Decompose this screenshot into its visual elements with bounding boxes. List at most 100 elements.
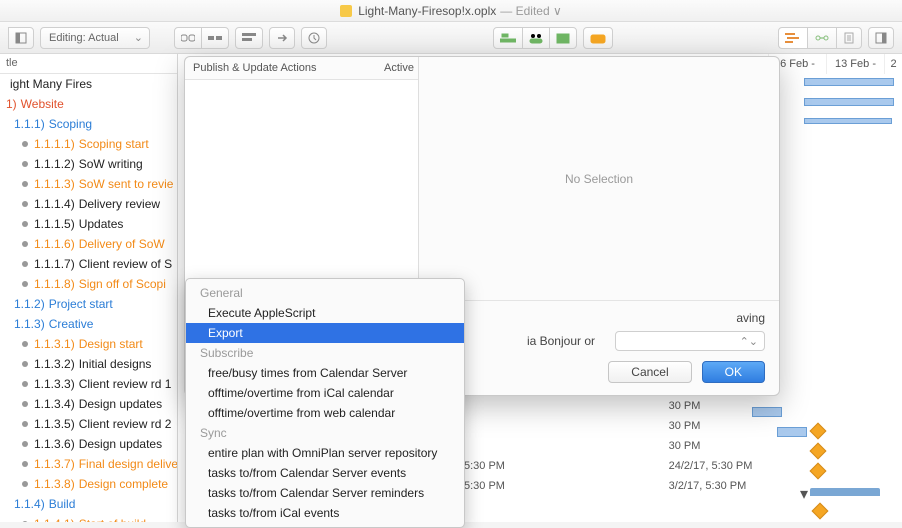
task-number: 1.1.3.6) (34, 437, 75, 451)
outline-row[interactable]: 1.1.1)Scoping (0, 114, 177, 134)
bullet-icon (22, 441, 28, 447)
task-number: 1.1.1.8) (34, 277, 75, 291)
ok-button[interactable]: OK (702, 361, 765, 383)
bullet-icon (22, 141, 28, 147)
task-number: 1.1.1) (14, 117, 45, 131)
level-button[interactable] (235, 27, 263, 49)
menu-item[interactable]: offtime/overtime from web calendar (186, 403, 464, 423)
task-number: 1.1.3.4) (34, 397, 75, 411)
menu-item[interactable]: free/busy times from Calendar Server (186, 363, 464, 383)
baseline-button[interactable] (493, 27, 523, 49)
catchup-button[interactable] (269, 27, 295, 49)
task-number: 1.1.1.2) (34, 157, 75, 171)
link-button[interactable] (174, 27, 202, 49)
outline-row[interactable]: 1.1.3.1) Design start (0, 334, 177, 354)
task-label: Design updates (79, 437, 162, 451)
outline-row[interactable]: 1.1.4)Build (0, 494, 177, 514)
task-number: 1.1.2) (14, 297, 45, 311)
outline-row[interactable]: 1.1.2)Project start (0, 294, 177, 314)
task-label: SoW sent to revie (79, 177, 174, 191)
resources-button[interactable] (522, 27, 550, 49)
outline-row[interactable]: 1.1.3.8) Design complete (0, 474, 177, 494)
menu-item[interactable]: tasks to/from Calendar Server events (186, 463, 464, 483)
split-button[interactable] (201, 27, 229, 49)
task-number: 1.1.4) (14, 497, 45, 511)
snapshot-button[interactable] (583, 27, 613, 49)
calendar-button[interactable] (549, 27, 577, 49)
task-label: Client review rd 2 (79, 417, 172, 431)
outline-row[interactable]: 1)Website (0, 94, 177, 114)
menu-item[interactable]: tasks to/from Calendar Server reminders (186, 483, 464, 503)
task-label: ight Many Fires (10, 77, 92, 91)
outline-row[interactable]: 1.1.1.7) Client review of S (0, 254, 177, 274)
task-number: 1.1.3.2) (34, 357, 75, 371)
editing-mode-dropdown[interactable]: Editing: Actual ⌄ (40, 27, 150, 49)
cell-end: 30 PM (661, 436, 902, 456)
menu-item[interactable]: tasks to/from iCal events (186, 503, 464, 523)
outline-row[interactable]: 1.1.3)Creative (0, 314, 177, 334)
network-view-button[interactable] (807, 27, 837, 49)
task-outline[interactable]: tle ight Many Fires1)Website1.1.1)Scopin… (0, 54, 178, 522)
task-number: 1.1.1.6) (34, 237, 75, 251)
bullet-icon (22, 181, 28, 187)
report-view-button[interactable] (836, 27, 862, 49)
timeline-header: 6 Feb - 13 Feb - 2 (768, 54, 902, 74)
outline-row[interactable]: 1.1.1.3) SoW sent to revie (0, 174, 177, 194)
task-label: Updates (79, 217, 124, 231)
menu-item[interactable]: Export (186, 323, 464, 343)
task-number: 1.1.3.1) (34, 337, 75, 351)
actions-column-header: Publish & Update Actions (185, 57, 370, 79)
bullet-icon (22, 201, 28, 207)
task-label: Initial designs (79, 357, 152, 371)
reschedule-button[interactable] (301, 27, 327, 49)
task-number: 1.1.3.8) (34, 477, 75, 491)
task-label: Client review of S (79, 257, 172, 271)
outline-row[interactable]: 1.1.1.5) Updates (0, 214, 177, 234)
task-label: Design start (79, 337, 143, 351)
task-number: 1.1.1.1) (34, 137, 75, 151)
task-number: 1.1.1.4) (34, 197, 75, 211)
task-label: Design complete (79, 477, 168, 491)
task-label: Scoping start (79, 137, 149, 151)
add-action-menu[interactable]: GeneralExecute AppleScriptExportSubscrib… (185, 278, 465, 528)
outline-row[interactable]: ight Many Fires (0, 74, 177, 94)
dialog-text-fragment: aving (736, 311, 765, 325)
task-number: 1.1.3.7) (34, 457, 75, 471)
editing-mode-label: Editing: Actual (49, 32, 119, 44)
menu-item[interactable]: offtime/overtime from iCal calendar (186, 383, 464, 403)
inspector-toggle-button[interactable] (8, 27, 34, 49)
cell-end: 30 PM (661, 416, 902, 436)
outline-row[interactable]: 1.1.3.2) Initial designs (0, 354, 177, 374)
gantt-view-button[interactable] (778, 27, 808, 49)
outline-row[interactable]: 1.1.1.4)Delivery review (0, 194, 177, 214)
outline-row[interactable]: 1.1.3.3) Client review rd 1 (0, 374, 177, 394)
timeline-col: 13 Feb - (826, 54, 884, 74)
bullet-icon (22, 401, 28, 407)
task-label: Website (21, 97, 64, 111)
cancel-button[interactable]: Cancel (608, 361, 691, 383)
outline-row[interactable]: 1.1.3.6) Design updates (0, 434, 177, 454)
task-number: 1.1.3) (14, 317, 45, 331)
task-number: 1.1.1.5) (34, 217, 75, 231)
outline-row[interactable]: 1.1.4.1)Start of build (0, 514, 177, 522)
sidebar-toggle-button[interactable] (868, 27, 894, 49)
outline-row[interactable]: 1.1.1.8)Sign off of Scopi (0, 274, 177, 294)
outline-row[interactable]: 1.1.1.6) Delivery of SoW (0, 234, 177, 254)
bullet-icon (22, 341, 28, 347)
outline-row[interactable]: 1.1.1.1) Scoping start (0, 134, 177, 154)
outline-row[interactable]: 1.1.3.5)Client review rd 2 (0, 414, 177, 434)
task-number: 1.1.1.3) (34, 177, 75, 191)
task-number: 1.1.3.3) (34, 377, 75, 391)
menu-item[interactable]: entire plan with OmniPlan server reposit… (186, 443, 464, 463)
menu-item[interactable]: Execute AppleScript (186, 303, 464, 323)
view-switcher (778, 27, 862, 49)
outline-row[interactable]: 1.1.3.4)Design updates (0, 394, 177, 414)
task-label: Delivery of SoW (79, 237, 165, 251)
task-number: 1.1.1.7) (34, 257, 75, 271)
outline-row[interactable]: 1.1.1.2)SoW writing (0, 154, 177, 174)
bullet-icon (22, 161, 28, 167)
menu-group-header: Subscribe (186, 343, 464, 363)
task-label: Client review rd 1 (79, 377, 172, 391)
outline-row[interactable]: 1.1.3.7)Final design delivery (0, 454, 177, 474)
bonjour-select[interactable]: ⌃⌄ (615, 331, 765, 351)
